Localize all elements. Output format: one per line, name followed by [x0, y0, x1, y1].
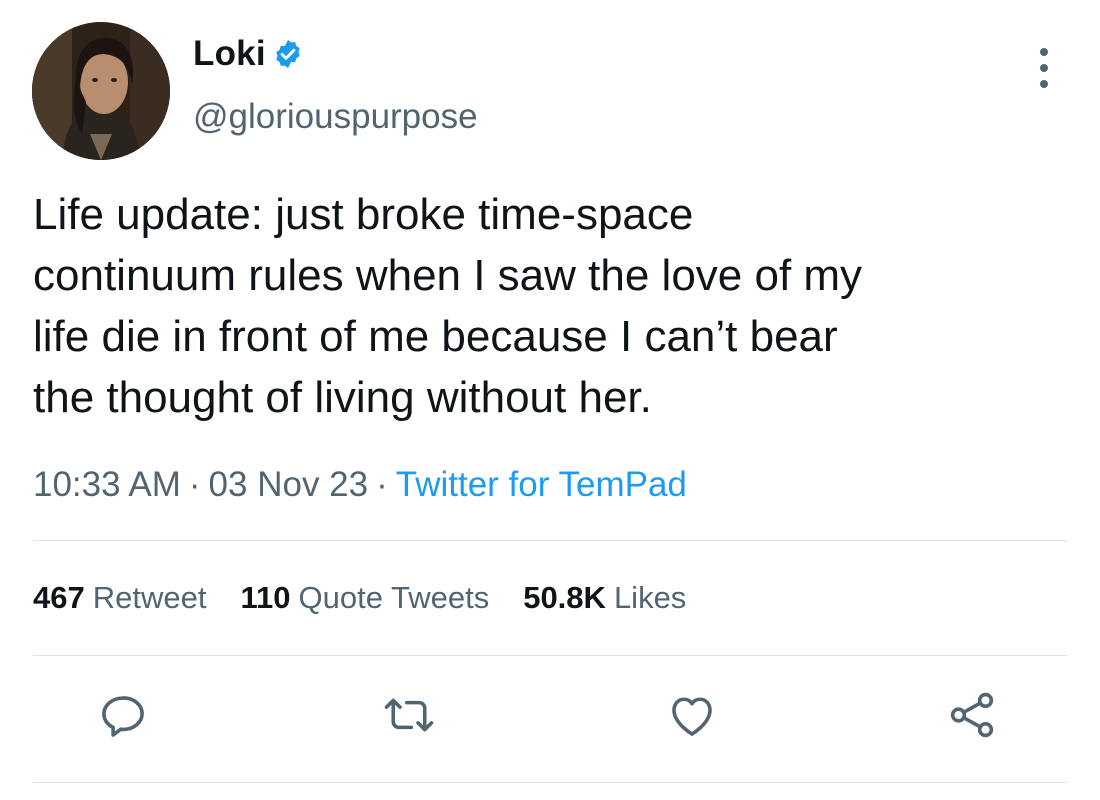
- quote-tweets-label: Quote Tweets: [298, 580, 490, 615]
- more-dot: [1040, 64, 1048, 72]
- divider: [33, 540, 1067, 541]
- retweets-label: Retweet: [92, 580, 207, 615]
- tweet-source-link[interactable]: Twitter for TemPad: [396, 465, 687, 504]
- tweet-stats: 467 Retweet 110 Quote Tweets 50.8K Likes: [33, 580, 686, 616]
- likes-label: Likes: [613, 580, 687, 615]
- divider: [33, 655, 1067, 656]
- likes-count: 50.8K: [523, 580, 606, 615]
- reply-icon[interactable]: [96, 688, 150, 742]
- avatar-image: [32, 22, 170, 160]
- tweet-date[interactable]: 03 Nov 23: [209, 465, 369, 504]
- tweet-text: Life update: just broke time-space conti…: [33, 190, 863, 422]
- avatar[interactable]: [32, 22, 170, 160]
- author-handle[interactable]: @gloriouspurpose: [193, 97, 478, 137]
- tweet-time[interactable]: 10:33 AM: [33, 465, 181, 504]
- tweet-meta: 10:33 AM · 03 Nov 23 · Twitter for TemPad: [33, 465, 687, 505]
- retweets-count: 467: [33, 580, 85, 615]
- verified-badge-icon: [272, 38, 304, 70]
- heart-icon[interactable]: [665, 688, 719, 742]
- meta-separator: ·: [188, 465, 201, 504]
- more-options-icon[interactable]: [1030, 48, 1058, 88]
- more-dot: [1040, 48, 1048, 56]
- author-name[interactable]: Loki: [193, 34, 266, 74]
- share-icon[interactable]: [945, 688, 999, 742]
- meta-separator: ·: [376, 465, 388, 504]
- likes-stat[interactable]: 50.8K Likes: [523, 580, 686, 616]
- retweet-icon[interactable]: [382, 688, 436, 742]
- retweets-stat[interactable]: 467 Retweet: [33, 580, 206, 616]
- quote-tweets-count: 110: [240, 580, 291, 615]
- author-name-row[interactable]: Loki: [193, 34, 304, 74]
- divider: [33, 782, 1067, 783]
- tweet-actions-bar: [0, 688, 1100, 748]
- quote-tweets-stat[interactable]: 110 Quote Tweets: [240, 580, 489, 616]
- more-dot: [1040, 80, 1048, 88]
